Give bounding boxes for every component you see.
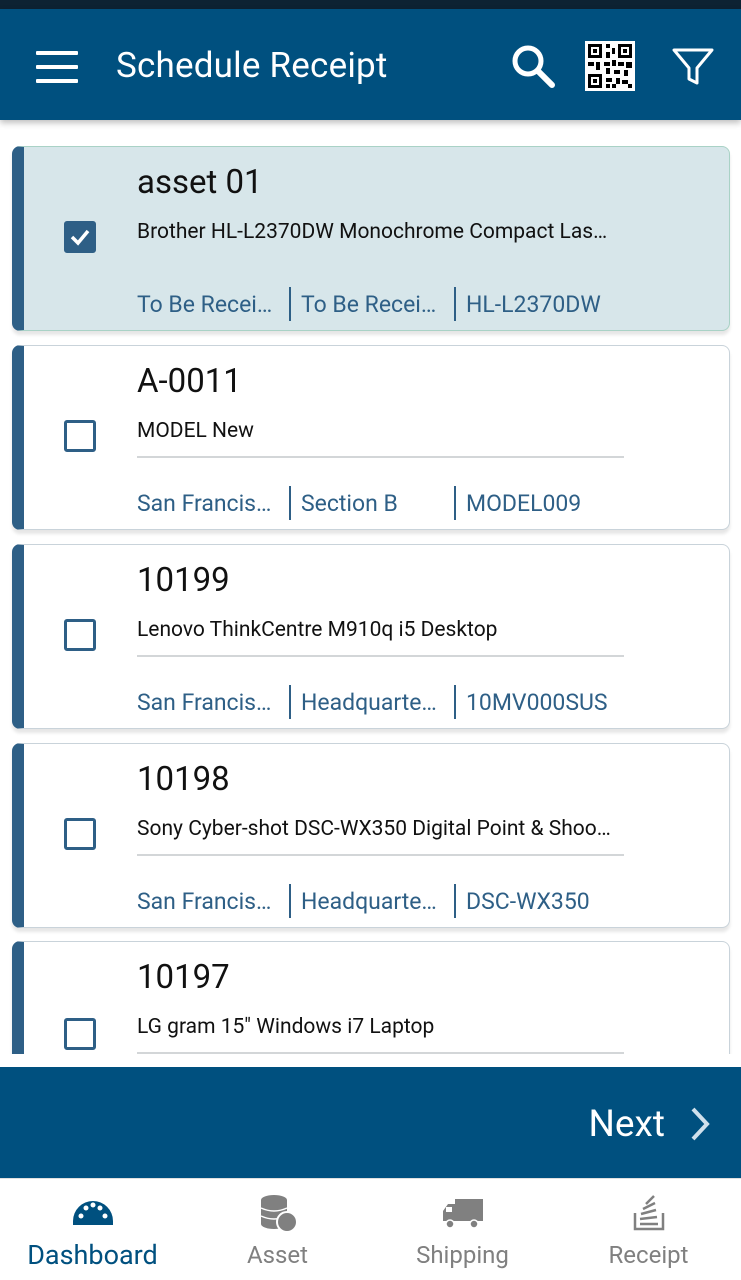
meta-section: Headquarte… bbox=[301, 887, 437, 915]
asset-id: A-0011 bbox=[137, 362, 242, 401]
asset-id: 10199 bbox=[137, 561, 230, 600]
asset-database-icon bbox=[260, 1195, 298, 1233]
status-bar bbox=[0, 0, 741, 9]
asset-card[interactable]: 10197 LG gram 15" Windows i7 Laptop bbox=[12, 941, 730, 1054]
meta-section: Headquarte… bbox=[301, 688, 437, 716]
filter-icon[interactable] bbox=[668, 41, 718, 91]
tab-shipping[interactable]: Shipping bbox=[370, 1179, 555, 1280]
next-label: Next bbox=[588, 1102, 665, 1146]
tab-label: Dashboard bbox=[27, 1239, 158, 1271]
meta-section: To Be Recei… bbox=[301, 290, 437, 318]
asset-description: Sony Cyber-shot DSC-WX350 Digital Point … bbox=[137, 817, 611, 841]
divider bbox=[137, 456, 624, 458]
asset-description: Brother HL-L2370DW Monochrome Compact La… bbox=[137, 220, 608, 244]
asset-meta: To Be Recei… To Be Recei… HL-L2370DW bbox=[137, 287, 601, 321]
meta-section: Section B bbox=[301, 489, 398, 517]
checkbox[interactable] bbox=[64, 818, 96, 850]
divider bbox=[289, 685, 291, 719]
checkbox[interactable] bbox=[64, 420, 96, 452]
action-bar: Next bbox=[0, 1067, 741, 1178]
asset-meta: San Francis… Headquarte… DSC-WX350 bbox=[137, 884, 590, 918]
divider bbox=[454, 685, 456, 719]
tab-receipt[interactable]: Receipt bbox=[556, 1179, 741, 1280]
meta-model: DSC-WX350 bbox=[466, 887, 590, 915]
checkbox[interactable] bbox=[64, 619, 96, 651]
app-bar: Schedule Receipt bbox=[0, 9, 741, 120]
divider bbox=[137, 1052, 624, 1054]
tab-dashboard[interactable]: Dashboard bbox=[0, 1179, 185, 1280]
divider bbox=[289, 486, 291, 520]
asset-card[interactable]: 10199 Lenovo ThinkCentre M910q i5 Deskto… bbox=[12, 544, 730, 729]
checkbox[interactable] bbox=[64, 1018, 96, 1050]
qr-code-icon[interactable] bbox=[585, 41, 635, 91]
page-title: Schedule Receipt bbox=[116, 45, 388, 86]
asset-id: asset 01 bbox=[137, 163, 263, 202]
asset-id: 10197 bbox=[137, 958, 230, 997]
meta-model: HL-L2370DW bbox=[466, 290, 601, 318]
asset-card[interactable]: asset 01 Brother HL-L2370DW Monochrome C… bbox=[12, 146, 730, 331]
shipping-truck-icon bbox=[442, 1199, 483, 1229]
tab-label: Receipt bbox=[608, 1241, 689, 1269]
tab-label: Asset bbox=[246, 1241, 308, 1269]
checkmark-icon bbox=[70, 229, 90, 246]
asset-description: Lenovo ThinkCentre M910q i5 Desktop bbox=[137, 618, 498, 642]
asset-card[interactable]: A-0011 MODEL New San Francis… Section B … bbox=[12, 345, 730, 530]
receipt-stack-icon bbox=[633, 1195, 664, 1231]
divider bbox=[137, 655, 624, 657]
divider bbox=[454, 884, 456, 918]
divider bbox=[454, 287, 456, 321]
asset-description: MODEL New bbox=[137, 419, 254, 443]
checkbox-checked[interactable] bbox=[64, 221, 96, 253]
divider bbox=[454, 486, 456, 520]
asset-meta: San Francis… Headquarte… 10MV000SUS bbox=[137, 685, 608, 719]
meta-model: 10MV000SUS bbox=[466, 688, 608, 716]
divider bbox=[289, 287, 291, 321]
search-icon[interactable] bbox=[508, 41, 558, 91]
tab-label: Shipping bbox=[416, 1241, 509, 1269]
bottom-navigation: Dashboard Asset Shipping Receipt bbox=[0, 1178, 741, 1280]
asset-id: 10198 bbox=[137, 760, 230, 799]
next-button[interactable]: Next bbox=[589, 1099, 711, 1149]
meta-location: San Francis… bbox=[137, 887, 272, 915]
meta-location: San Francis… bbox=[137, 489, 272, 517]
chevron-right-icon bbox=[691, 1107, 710, 1141]
dashboard-icon bbox=[72, 1201, 113, 1225]
divider bbox=[137, 854, 624, 856]
meta-location: San Francis… bbox=[137, 688, 272, 716]
asset-list[interactable]: asset 01 Brother HL-L2370DW Monochrome C… bbox=[0, 120, 741, 1054]
divider bbox=[289, 884, 291, 918]
tab-asset[interactable]: Asset bbox=[185, 1179, 370, 1280]
asset-card[interactable]: 10198 Sony Cyber-shot DSC-WX350 Digital … bbox=[12, 743, 730, 928]
asset-description: LG gram 15" Windows i7 Laptop bbox=[137, 1015, 435, 1039]
asset-meta: San Francis… Section B MODEL009 bbox=[137, 486, 581, 520]
menu-icon[interactable] bbox=[36, 51, 78, 83]
meta-location: To Be Recei… bbox=[137, 290, 273, 318]
meta-model: MODEL009 bbox=[466, 489, 582, 517]
